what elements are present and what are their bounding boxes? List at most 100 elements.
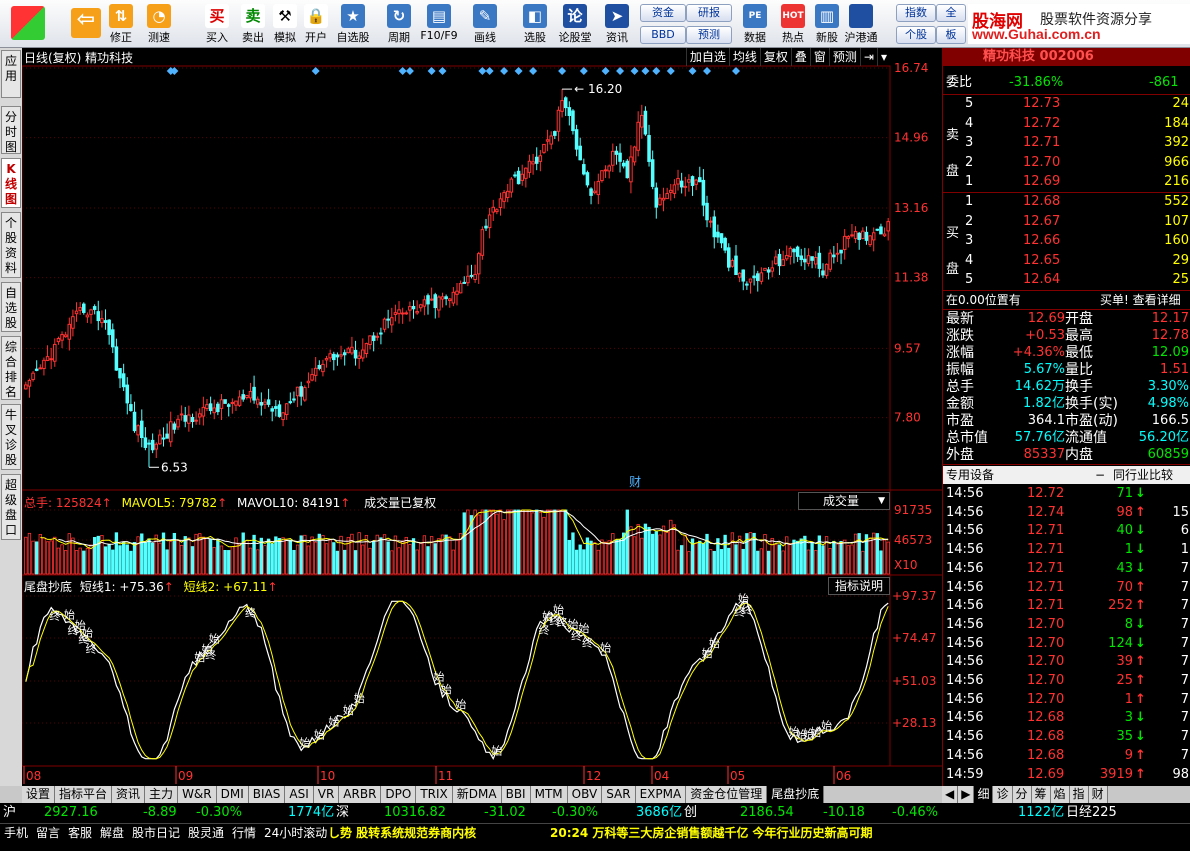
- indicator-tab[interactable]: 资讯: [112, 786, 146, 803]
- indicator-tab[interactable]: 设置: [22, 786, 56, 803]
- indicator-tab[interactable]: TRIX: [416, 786, 453, 803]
- buy-level-row[interactable]: 1 12.68 552: [943, 193, 1190, 211]
- left-tab-1[interactable]: 分时图: [1, 106, 21, 154]
- sell-level-row[interactable]: 3 12.71 392: [943, 134, 1190, 152]
- sse-hkex-button[interactable]: 沪港通: [842, 2, 880, 46]
- buy-level-row[interactable]: 2 12.67 107: [943, 213, 1190, 231]
- pencil-button[interactable]: ✎ 画线: [466, 2, 504, 46]
- screen-button[interactable]: ◧ 选股: [516, 2, 554, 46]
- news-ticker-1[interactable]: し势 股转系统规范券商内核: [328, 825, 476, 841]
- status-bar-item[interactable]: 行情: [232, 825, 256, 841]
- news-ticker-2[interactable]: 20:24 万科等三大房企销售额越千亿 今年行业历史新高可期: [550, 825, 873, 841]
- right-panel-tab[interactable]: 诊: [993, 786, 1013, 803]
- clock-button[interactable]: ◔ 测速: [140, 2, 178, 46]
- sell-level-row[interactable]: 5 12.73 24: [943, 95, 1190, 113]
- arrow-up-icon: ↑: [1135, 673, 1146, 688]
- toolbar-small-button[interactable]: 指数: [896, 4, 936, 22]
- indicator-tab[interactable]: ARBR: [339, 786, 382, 803]
- indicator-help-button[interactable]: 指标说明: [828, 577, 890, 595]
- toolbar-small-button[interactable]: 个股: [896, 26, 936, 44]
- right-panel-tab[interactable]: 细: [974, 786, 994, 803]
- toolbar-small-button[interactable]: BBD: [640, 26, 686, 44]
- toolbar-small-button[interactable]: 板: [936, 26, 966, 44]
- chart-tool-5[interactable]: 预测: [828, 48, 860, 66]
- toolbar-small-button[interactable]: 全: [936, 4, 966, 22]
- indicator-tab[interactable]: ASI: [285, 786, 314, 803]
- indicator-tab[interactable]: BBI: [501, 786, 531, 803]
- indicator-tab[interactable]: 新DMA: [452, 786, 502, 803]
- pe-button[interactable]: PE 数据: [736, 2, 774, 46]
- right-panel-tab[interactable]: 筹: [1031, 786, 1051, 803]
- toolbar-small-button[interactable]: 预测: [686, 26, 732, 44]
- toolbar-small-button[interactable]: 资金: [640, 4, 686, 22]
- star-list-button[interactable]: ★ 自选股: [334, 2, 372, 46]
- tab-industry-compare[interactable]: 同行业比较: [1113, 466, 1173, 484]
- tab-industry[interactable]: 专用设备: [946, 466, 994, 484]
- chart-tool-3[interactable]: 叠: [790, 48, 810, 66]
- left-tab-7[interactable]: 超级盘口: [1, 474, 21, 540]
- forum-button[interactable]: 论论股堂: [556, 2, 594, 46]
- indicator-tab[interactable]: W&R: [178, 786, 217, 803]
- updown-arrow-button[interactable]: ⇅ 修正: [102, 2, 140, 46]
- toolbar-small-button[interactable]: 研报: [686, 4, 732, 22]
- chart-tool-2[interactable]: 复权: [759, 48, 791, 66]
- arrow-up-icon: ↑: [1135, 654, 1146, 670]
- volume-bar: [390, 550, 394, 575]
- chart-tool-6[interactable]: ⇥: [859, 48, 877, 66]
- indicator-tab[interactable]: DMI: [216, 786, 249, 803]
- status-bar-item[interactable]: 股市日记: [132, 825, 180, 841]
- right-panel-tab[interactable]: 焰: [1050, 786, 1070, 803]
- status-bar-item[interactable]: 手机: [4, 825, 28, 841]
- indicator-tab[interactable]: DPO: [381, 786, 417, 803]
- buy-button[interactable]: 买买入: [198, 2, 236, 46]
- status-bar-item[interactable]: 股灵通: [188, 825, 224, 841]
- chart-tool-4[interactable]: 窗: [809, 48, 829, 66]
- indicator-tab[interactable]: EXPMA: [635, 786, 687, 803]
- sell-level-row[interactable]: 4 12.72 184: [943, 115, 1190, 133]
- sell-level-row[interactable]: 1 12.69 216: [943, 173, 1190, 191]
- indicator-tab[interactable]: MTM: [530, 786, 568, 803]
- indicator-tab[interactable]: 主力: [145, 786, 179, 803]
- chart-tool-7[interactable]: ▾: [876, 48, 890, 66]
- sell-level-row[interactable]: 2 12.70 966: [943, 154, 1190, 172]
- left-tab-6[interactable]: 牛叉诊股: [1, 404, 21, 470]
- right-panel-tab[interactable]: ▶: [958, 786, 975, 803]
- indicator-tab[interactable]: SAR: [602, 786, 636, 803]
- status-bar-item[interactable]: 解盘: [100, 825, 124, 841]
- kline-chart-svg[interactable]: 16.74 14.96 13.16 11.38 9.57 7.80 ← 16.20 6.53 财…: [22, 48, 942, 786]
- status-bar-item[interactable]: 客服: [68, 825, 92, 841]
- status-bar-item[interactable]: 留言: [36, 825, 60, 841]
- indicator-tab[interactable]: 尾盘抄底: [767, 786, 825, 803]
- indicator-tab[interactable]: 指标平台: [55, 786, 113, 803]
- lock-button[interactable]: 🔒 开户: [297, 2, 335, 46]
- buy-level-row[interactable]: 4 12.65 29: [943, 252, 1190, 270]
- status-bar-item[interactable]: 24小时滚动: [264, 825, 327, 841]
- right-panel-tab[interactable]: 财: [1088, 786, 1108, 803]
- chart-tool-1[interactable]: 均线: [728, 48, 760, 66]
- right-panel-tab[interactable]: 分: [1012, 786, 1032, 803]
- kline-chart-area[interactable]: 16.74 14.96 13.16 11.38 9.57 7.80 ← 16.20 6.53 财…: [22, 48, 942, 786]
- right-panel-tab[interactable]: 指: [1069, 786, 1089, 803]
- f10-button[interactable]: ▤ F10/F9: [420, 2, 458, 46]
- left-tab-4[interactable]: 自选股: [1, 282, 21, 332]
- view-detail-link[interactable]: 买单! 查看详细: [1100, 291, 1181, 309]
- buy-level-row[interactable]: 3 12.66 160: [943, 232, 1190, 250]
- volume-dropdown[interactable]: 成交量 ▼: [798, 492, 890, 510]
- period-button[interactable]: ↻ 周期: [380, 2, 418, 46]
- right-panel-tab[interactable]: ◀: [942, 786, 959, 803]
- left-tab-2[interactable]: K线图: [1, 158, 21, 208]
- left-tab-0[interactable]: 应用: [1, 50, 21, 98]
- left-tab-5[interactable]: 综合排名: [1, 336, 21, 400]
- indicator-tab[interactable]: VR: [313, 786, 340, 803]
- ipo-button[interactable]: ▥ 新股: [808, 2, 846, 46]
- indicator-tab[interactable]: 资金仓位管理: [686, 786, 768, 803]
- tab-minimize-icon[interactable]: −: [1095, 466, 1105, 484]
- indicator-tab[interactable]: BIAS: [248, 786, 286, 803]
- info-button[interactable]: ➤ 资讯: [598, 2, 636, 46]
- hot-button[interactable]: HOT 热点: [774, 2, 812, 46]
- chart-tool-0[interactable]: 加自选: [685, 48, 729, 66]
- buy-level-row[interactable]: 5 12.64 25: [943, 271, 1190, 289]
- windows-logo-button[interactable]: [2, 2, 54, 46]
- left-tab-3[interactable]: 个股资料: [1, 212, 21, 278]
- indicator-tab[interactable]: OBV: [567, 786, 603, 803]
